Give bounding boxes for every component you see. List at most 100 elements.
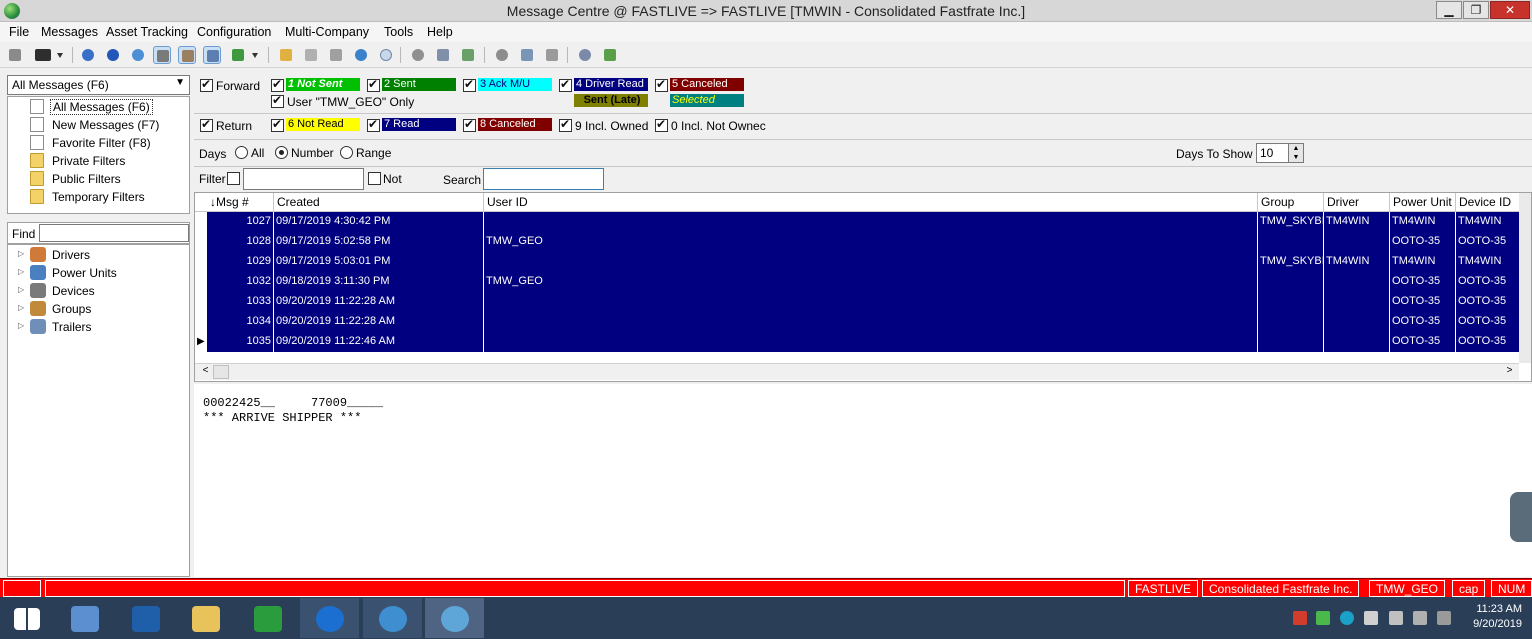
filter-checkbox[interactable] <box>227 172 240 185</box>
scroll-thumb[interactable] <box>213 365 229 379</box>
forward-message-icon[interactable] <box>327 46 345 64</box>
minimize-button[interactable]: ▁ <box>1436 1 1462 19</box>
menu-messages[interactable]: Messages <box>41 25 98 39</box>
scroll-right-icon[interactable]: > <box>1501 365 1518 379</box>
table-row[interactable]: 1033 09/20/2019 11:22:28 AM OOTO-35 OOTO… <box>207 292 1519 312</box>
menu-multi-company[interactable]: Multi-Company <box>285 25 369 39</box>
taskbar-globe-app[interactable] <box>363 598 422 638</box>
reply-icon[interactable] <box>302 46 320 64</box>
return-checkbox[interactable] <box>200 117 213 132</box>
driver-read-checkbox[interactable] <box>559 77 572 92</box>
edge-icon[interactable] <box>1340 611 1354 625</box>
table-row[interactable]: 1032 09/18/2019 3:11:30 PM TMW_GEO OOTO-… <box>207 272 1519 292</box>
scroll-left-icon[interactable]: < <box>197 365 214 379</box>
column-header-created[interactable]: Created <box>274 193 484 212</box>
dropdown-arrow-icon[interactable] <box>250 46 260 64</box>
not-checkbox[interactable] <box>368 172 381 185</box>
search-icon[interactable] <box>409 46 427 64</box>
print-icon[interactable] <box>6 46 24 64</box>
teamviewer-side-tab[interactable] <box>1510 492 1532 542</box>
user-only-checkbox[interactable] <box>271 93 284 108</box>
clock-icon[interactable] <box>377 46 395 64</box>
maximize-button[interactable]: ❐ <box>1463 1 1489 19</box>
column-header-msg[interactable]: ↓Msg # <box>207 193 274 212</box>
checklist-icon[interactable] <box>229 46 247 64</box>
forward-checkbox[interactable] <box>200 77 213 92</box>
horizontal-scrollbar[interactable]: < > <box>195 363 1519 380</box>
days-number-radio[interactable] <box>275 146 288 159</box>
expand-icon[interactable]: ▷ <box>18 285 24 294</box>
taskbar-file-explorer[interactable] <box>176 598 235 638</box>
close-button[interactable]: ✕ <box>1490 1 1530 19</box>
expand-icon[interactable]: ▷ <box>18 267 24 276</box>
not-read-checkbox[interactable] <box>271 117 284 132</box>
folder-icon <box>30 189 44 204</box>
edit-icon[interactable] <box>459 46 477 64</box>
table-row[interactable]: 1035 09/20/2019 11:22:46 AM OOTO-35 OOTO… <box>207 332 1519 352</box>
table-row[interactable]: 1034 09/20/2019 11:22:28 AM OOTO-35 OOTO… <box>207 312 1519 332</box>
column-header-group[interactable]: Group <box>1258 193 1324 212</box>
column-header-device-id[interactable]: Device ID <box>1456 193 1522 212</box>
globe-icon[interactable] <box>352 46 370 64</box>
canceled-5-checkbox[interactable] <box>655 77 668 92</box>
column-header-driver[interactable]: Driver <box>1324 193 1390 212</box>
filter-return-icon[interactable] <box>178 46 196 64</box>
find-document-icon[interactable] <box>434 46 452 64</box>
volume-muted-icon[interactable] <box>1389 611 1403 625</box>
start-button[interactable] <box>0 598 59 638</box>
incl-not-owned-checkbox[interactable] <box>655 117 668 132</box>
taskbar-store[interactable] <box>238 598 297 638</box>
column-header-power-unit[interactable]: Power Unit <box>1390 193 1456 212</box>
menu-tools[interactable]: Tools <box>384 25 413 39</box>
taskbar-powershell[interactable] <box>116 598 175 638</box>
column-header-user-id[interactable]: User ID <box>484 193 1258 212</box>
read-checkbox[interactable] <box>367 117 380 132</box>
menu-configuration[interactable]: Configuration <box>197 25 271 39</box>
expand-icon[interactable]: ▷ <box>18 249 24 258</box>
days-stepper[interactable]: ▲ ▼ <box>1288 143 1304 163</box>
days-to-show-input[interactable]: 10 <box>1256 143 1290 163</box>
folder-select[interactable]: All Messages (F6) ▼ <box>7 75 190 95</box>
incl-owned-checkbox[interactable] <box>559 117 572 132</box>
days-all-radio[interactable] <box>235 146 248 159</box>
taskbar-server-manager[interactable] <box>55 598 114 638</box>
find-input[interactable] <box>39 224 189 242</box>
menu-asset-tracking[interactable]: Asset Tracking <box>106 25 188 39</box>
new-message-icon[interactable] <box>277 46 295 64</box>
filter-input[interactable] <box>243 168 364 190</box>
dropdown-arrow-icon[interactable] <box>55 46 65 64</box>
document-view-icon[interactable] <box>203 46 221 64</box>
search-input[interactable] <box>483 168 604 190</box>
locate-icon[interactable] <box>518 46 536 64</box>
menu-file[interactable]: File <box>9 25 29 39</box>
expand-icon[interactable]: ▷ <box>18 303 24 312</box>
expand-icon[interactable]: ▷ <box>18 321 24 330</box>
ack-checkbox[interactable] <box>463 77 476 92</box>
flag-icon[interactable] <box>1437 611 1451 625</box>
taskbar-message-centre[interactable] <box>425 598 484 638</box>
clock[interactable]: 11:23 AM 9/20/2019 <box>1473 602 1522 632</box>
table-row[interactable]: 1028 09/17/2019 5:02:58 PM TMW_GEO OOTO-… <box>207 232 1519 252</box>
vehicle-search-icon[interactable] <box>543 46 561 64</box>
network-alert-icon[interactable] <box>1293 611 1307 625</box>
sent-checkbox[interactable] <box>367 77 380 92</box>
table-row[interactable]: 1027 09/17/2019 4:30:42 PM TMW_SKYBIT TM… <box>207 212 1519 232</box>
days-range-radio[interactable] <box>340 146 353 159</box>
funnel-icon[interactable] <box>601 46 619 64</box>
not-sent-checkbox[interactable] <box>271 77 284 92</box>
vertical-scrollbar[interactable] <box>1519 193 1531 363</box>
info-icon[interactable] <box>104 46 122 64</box>
network-icon[interactable] <box>1413 611 1427 625</box>
menu-help[interactable]: Help <box>427 25 453 39</box>
monitor-icon[interactable] <box>32 46 54 64</box>
settings-icon[interactable] <box>576 46 594 64</box>
canceled-8-checkbox[interactable] <box>463 117 476 132</box>
magnifier-icon[interactable] <box>493 46 511 64</box>
refresh-icon[interactable] <box>129 46 147 64</box>
filter-forward-icon[interactable] <box>153 46 171 64</box>
help-icon[interactable] <box>79 46 97 64</box>
taskbar-teamviewer[interactable] <box>300 598 359 638</box>
monitor-tray-icon[interactable] <box>1364 611 1378 625</box>
security-icon[interactable] <box>1316 611 1330 625</box>
table-row[interactable]: 1029 09/17/2019 5:03:01 PM TMW_SKYBIT TM… <box>207 252 1519 272</box>
